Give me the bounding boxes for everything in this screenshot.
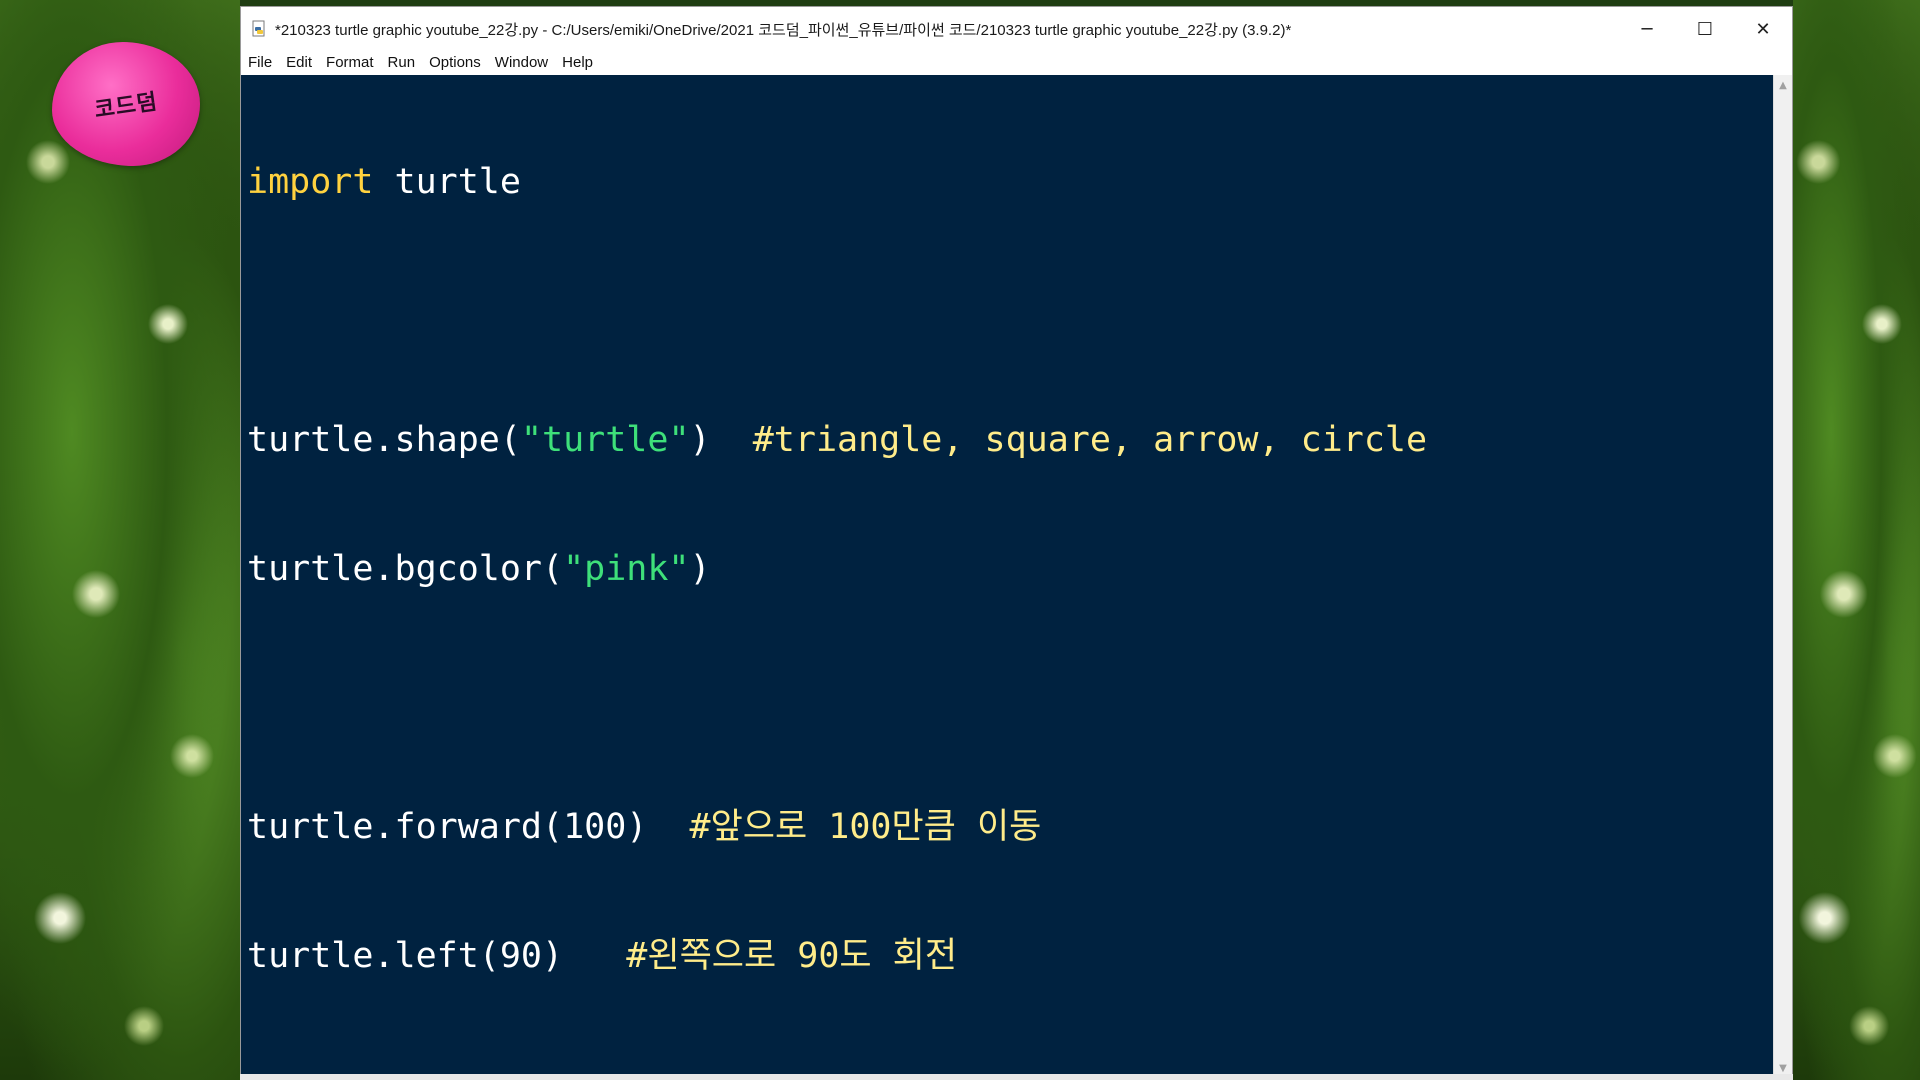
desktop-wallpaper-right bbox=[1793, 0, 1920, 1080]
code-line-3-close: ) bbox=[689, 420, 753, 460]
code-line-4: turtle.bgcolor("pink") bbox=[247, 548, 1773, 591]
title-bar[interactable]: *210323 turtle graphic youtube_22강.py - … bbox=[241, 7, 1792, 51]
code-line-6: turtle.forward(100) #앞으로 100만큼 이동 bbox=[247, 806, 1773, 849]
menu-window[interactable]: Window bbox=[488, 51, 555, 75]
close-button[interactable]: ✕ bbox=[1734, 7, 1792, 51]
code-line-6-comment: #앞으로 100만큼 이동 bbox=[689, 807, 1042, 847]
code-editor[interactable]: import turtle turtle.shape("turtle") #tr… bbox=[241, 75, 1773, 1079]
minimize-icon: ─ bbox=[1641, 18, 1653, 40]
code-line-7-comment: #왼쪽으로 90도 회전 bbox=[626, 936, 958, 976]
code-line-7: turtle.left(90) #왼쪽으로 90도 회전 bbox=[247, 935, 1773, 978]
code-line-3-call: turtle.shape( bbox=[247, 420, 521, 460]
code-line-6-call: turtle.forward(100) bbox=[247, 807, 690, 847]
close-icon: ✕ bbox=[1755, 18, 1771, 40]
menu-options[interactable]: Options bbox=[422, 51, 488, 75]
maximize-button[interactable]: ☐ bbox=[1676, 7, 1734, 51]
menu-bar: File Edit Format Run Options Window Help bbox=[241, 51, 1792, 75]
scroll-up-icon[interactable]: ▲ bbox=[1774, 77, 1792, 94]
code-line-3-string: "turtle" bbox=[520, 420, 690, 460]
code-text: import turtle turtle.shape("turtle") #tr… bbox=[241, 75, 1773, 1064]
minimize-button[interactable]: ─ bbox=[1618, 7, 1676, 51]
keyword-import: import bbox=[247, 162, 374, 202]
menu-format[interactable]: Format bbox=[319, 51, 381, 75]
code-line-1-rest: turtle bbox=[373, 162, 521, 202]
menu-file[interactable]: File bbox=[241, 51, 279, 75]
code-line-3: turtle.shape("turtle") #triangle, square… bbox=[247, 419, 1773, 462]
menu-help[interactable]: Help bbox=[555, 51, 600, 75]
code-line-4-close: ) bbox=[689, 549, 711, 589]
code-line-4-call: turtle.bgcolor( bbox=[247, 549, 564, 589]
logo-text: 코드덤 bbox=[92, 88, 160, 124]
python-file-icon bbox=[249, 19, 269, 39]
code-line-4-string: "pink" bbox=[563, 549, 690, 589]
vertical-scrollbar[interactable]: ▲ ▼ bbox=[1773, 75, 1792, 1079]
menu-edit[interactable]: Edit bbox=[279, 51, 319, 75]
code-line-7-call: turtle.left(90) bbox=[247, 936, 627, 976]
menu-run[interactable]: Run bbox=[381, 51, 423, 75]
channel-logo: 코드덤 bbox=[52, 42, 200, 166]
window-controls: ─ ☐ ✕ bbox=[1618, 7, 1792, 51]
window-title: *210323 turtle graphic youtube_22강.py - … bbox=[275, 21, 1292, 39]
window-bottom-edge bbox=[240, 1074, 1793, 1080]
maximize-icon: ☐ bbox=[1696, 18, 1714, 40]
code-line-3-comment: #triangle, square, arrow, circle bbox=[752, 420, 1428, 460]
code-line-1: import turtle bbox=[247, 161, 1773, 204]
idle-editor-window: *210323 turtle graphic youtube_22강.py - … bbox=[240, 6, 1793, 1080]
